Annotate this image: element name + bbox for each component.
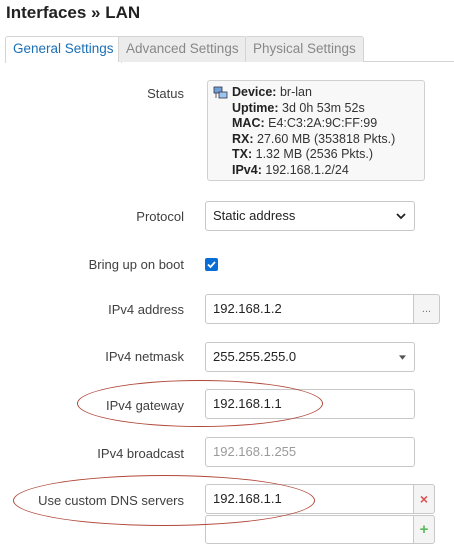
protocol-select[interactable]: Static address [205, 201, 415, 231]
dns-remove-button[interactable]: × [413, 484, 435, 514]
dns-add-button[interactable]: + [413, 515, 435, 544]
protocol-value: Static address [213, 208, 296, 223]
device-key: Device: [232, 85, 277, 99]
ipv4-netmask-select[interactable]: 255.255.255.0 [205, 342, 415, 372]
dns-label: Use custom DNS servers [38, 493, 184, 508]
boot-label: Bring up on boot [88, 257, 184, 272]
mac-value: E4:C3:2A:9C:FF:99 [268, 116, 378, 130]
protocol-label: Protocol [136, 209, 184, 224]
ipv4-address-input[interactable]: 192.168.1.2 [205, 294, 414, 324]
dns-server-input[interactable]: 192.168.1.1 [205, 484, 414, 514]
tab-physical-settings[interactable]: Physical Settings [245, 36, 364, 62]
ipv4-netmask-value: 255.255.255.0 [213, 349, 297, 364]
uptime-value: 3d 0h 53m 52s [282, 100, 365, 115]
network-device-icon [213, 86, 228, 99]
rx-key: RX: [232, 131, 254, 146]
dns-new-server-input[interactable] [205, 515, 414, 544]
ipv4-broadcast-input[interactable]: 192.168.1.255 [205, 437, 415, 467]
ipv4-address-label: IPv4 address [108, 302, 184, 317]
tx-value: 1.32 MB (2536 Pkts.) [255, 147, 374, 161]
ipv4-broadcast-label: IPv4 broadcast [97, 446, 184, 461]
mac-key: MAC: [232, 116, 265, 130]
device-value: br-lan [279, 85, 312, 99]
chevron-down-icon [396, 213, 406, 220]
ipv4-gateway-label: IPv4 gateway [105, 398, 184, 413]
status-box: Device: br-lan Uptime: 3d 0h 53m 52s MAC… [207, 80, 425, 181]
status-label: Status [147, 86, 184, 101]
ipv4-netmask-label: IPv4 netmask [105, 349, 184, 364]
tab-general-settings[interactable]: General Settings [5, 36, 122, 63]
tab-advanced-settings[interactable]: Advanced Settings [118, 36, 247, 62]
ipv4-value: 192.168.1.2/24 [265, 162, 349, 177]
ipv4-key: IPv4: [232, 162, 262, 177]
checkmark-icon [207, 261, 216, 269]
rx-value: 27.60 MB (353818 Pkts.) [257, 131, 396, 146]
ipv4-address-more-button[interactable]: ... [413, 294, 440, 324]
tab-bar: General Settings Advanced Settings Physi… [5, 36, 454, 63]
uptime-key: Uptime: [232, 100, 279, 115]
ipv4-gateway-input[interactable]: 192.168.1.1 [205, 389, 415, 419]
bring-up-on-boot-checkbox[interactable] [205, 258, 218, 271]
page-title: Interfaces » LAN [6, 3, 141, 22]
caret-down-icon [399, 355, 406, 360]
tx-key: TX: [232, 147, 253, 161]
